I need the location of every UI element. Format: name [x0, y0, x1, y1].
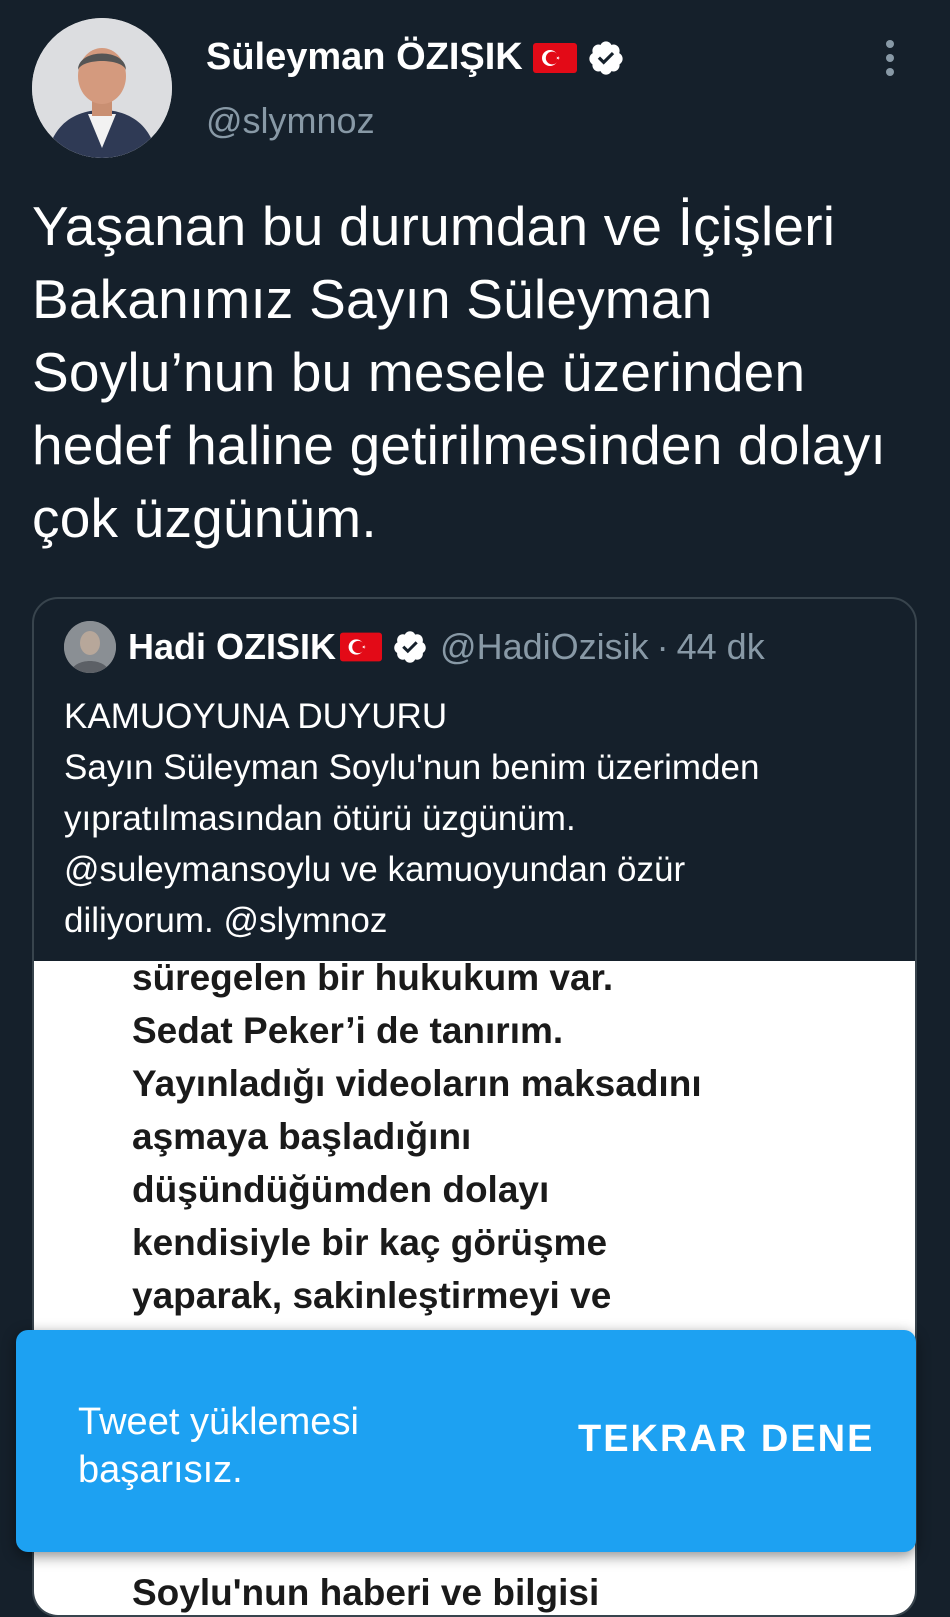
verified-badge-icon [587, 39, 625, 77]
image-text-line: Yayınladığı videoların maksadını [132, 1063, 702, 1104]
error-toast: Tweet yüklemesi başarısız. TEKRAR DENE [16, 1330, 916, 1552]
image-text-line: kendisiyle bir kaç görüşme [132, 1222, 608, 1263]
timestamp-separator: · [656, 626, 669, 667]
quoted-author-avatar[interactable] [64, 621, 116, 673]
author-handle[interactable]: @slymnoz [206, 100, 375, 142]
quoted-tweet-line: Sayın Süleyman Soylu'nun benim üzerimden [64, 748, 760, 787]
author-display-name[interactable]: Süleyman ÖZIŞIK [206, 36, 523, 79]
toast-message: Tweet yüklemesi başarısız. [78, 1401, 359, 1491]
image-text-block: süregelen bir hukukum var. Sedat Peker’i… [132, 961, 892, 1322]
image-text-line: düşündüğümden dolayı [132, 1169, 550, 1210]
quoted-tweet-line: yıpratılmasından ötürü üzgünüm. [64, 799, 576, 838]
image-text-line: süregelen bir hukukum var. [132, 961, 614, 998]
turkey-flag-icon [340, 632, 383, 662]
tweet-text: Yaşanan bu durumdan ve İçişleri Bakanımı… [32, 195, 886, 549]
image-text-line-bottom: Soylu'nun haberi ve bilgisi [132, 1572, 600, 1613]
quoted-tweet-line: diliyorum. @slymnoz [64, 901, 388, 940]
image-text-line: aşmaya başladığını [132, 1116, 472, 1157]
quoted-tweet-line: @suleymansoylu ve kamuoyundan özür [64, 850, 686, 889]
author-avatar[interactable] [32, 18, 172, 158]
quoted-tweet-text: KAMUOYUNA DUYURU Sayın Süleyman Soylu'nu… [64, 691, 884, 946]
image-text-line: yaparak, sakinleştirmeyi ve [132, 1275, 612, 1316]
image-text-line: Sedat Peker’i de tanırım. [132, 1010, 564, 1051]
quoted-author-name: Hadi OZISIK [128, 626, 337, 667]
avatar-photo [32, 18, 172, 158]
quoted-tweet-line: KAMUOYUNA DUYURU [64, 697, 448, 736]
verified-badge-icon [392, 629, 428, 665]
retry-button[interactable]: TEKRAR DENE [578, 1418, 874, 1461]
quoted-tweet-header: Hadi OZISIK @HadiOzisik · 44 dk [64, 621, 765, 673]
turkey-flag-icon [532, 42, 577, 73]
quoted-author-handle: @HadiOzisik [440, 626, 649, 667]
author-name-row: Süleyman ÖZIŞIK [206, 36, 625, 79]
quoted-tweet-time: 44 dk [676, 626, 765, 667]
more-options-icon[interactable] [883, 38, 897, 78]
